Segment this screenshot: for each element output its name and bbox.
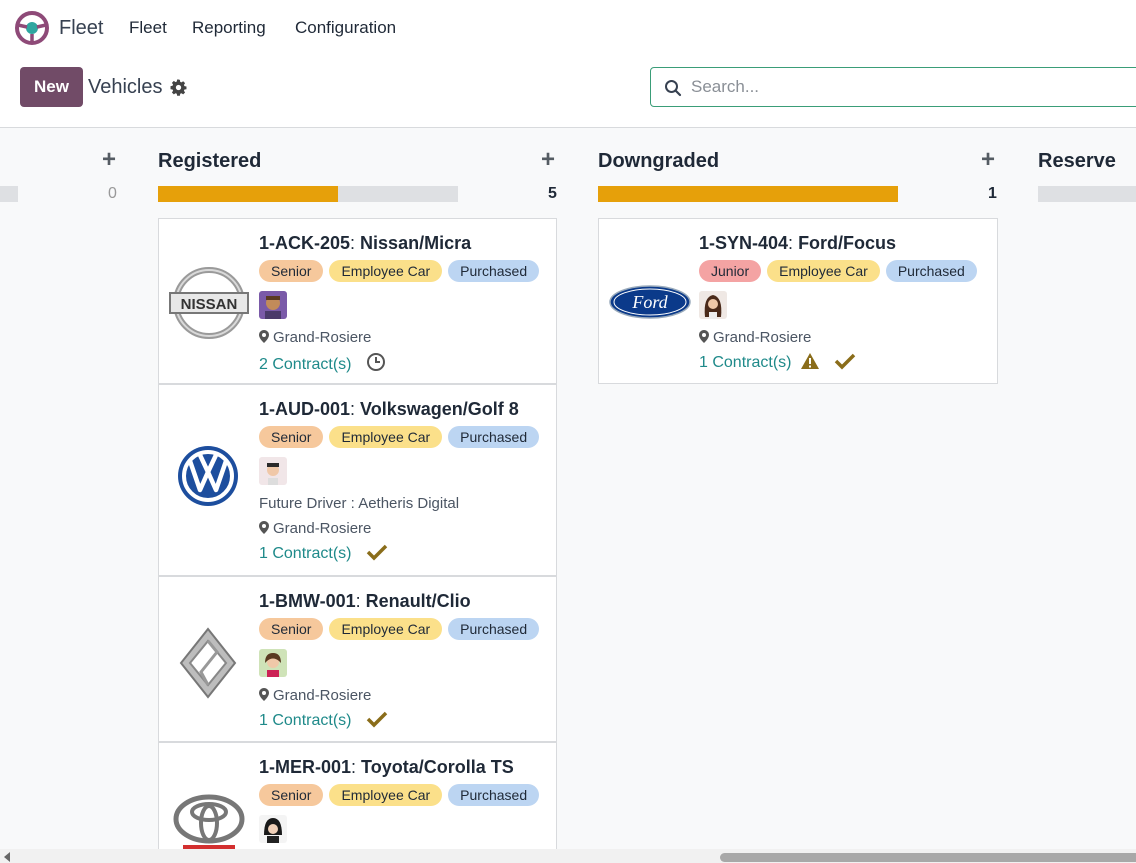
tag-list: Senior Employee Car Purchased [259, 426, 540, 448]
column-0-count: 0 [108, 185, 117, 202]
vehicle-title: 1-BMW-001: Renault/Clio [259, 591, 471, 611]
column-registered-progress[interactable] [158, 186, 458, 202]
contracts-link[interactable]: 1 Contract(s) [699, 352, 856, 372]
contracts-link[interactable]: 2 Contract(s) [259, 352, 386, 374]
location: Grand-Rosiere [259, 520, 371, 537]
breadcrumb-vehicles: Vehicles [88, 76, 163, 98]
tag-purchased: Purchased [885, 260, 977, 282]
tag-senior: Senior [259, 260, 324, 282]
vehicle-title: 1-SYN-404: Ford/Focus [699, 233, 897, 253]
column-downgraded-add-icon[interactable]: + [981, 148, 995, 172]
search-input[interactable] [691, 76, 1131, 98]
column-downgraded-count: 1 [988, 185, 997, 202]
check-icon[interactable] [834, 352, 856, 370]
contracts-link[interactable]: 1 Contract(s) [259, 710, 388, 730]
menu-reporting[interactable]: Reporting [192, 18, 266, 38]
vehicle-title: 1-AUD-001: Volkswagen/Golf 8 [259, 399, 519, 419]
driver-avatar[interactable] [259, 457, 287, 485]
location: Grand-Rosiere [259, 329, 371, 346]
menu-fleet[interactable]: Fleet [129, 18, 167, 38]
tag-purchased: Purchased [448, 784, 540, 806]
menu-configuration[interactable]: Configuration [295, 18, 396, 38]
future-driver: Future Driver : Aetheris Digital [259, 495, 460, 512]
horizontal-scrollbar[interactable] [0, 849, 1136, 863]
tag-employee-car: Employee Car [767, 260, 880, 282]
driver-avatar[interactable] [259, 815, 287, 843]
ford-logo: Ford [609, 285, 691, 319]
renault-logo [179, 627, 237, 699]
vehicle-card[interactable]: 1-AUD-001: Volkswagen/Golf 8 Senior Empl… [158, 384, 557, 576]
nissan-logo: NISSAN [169, 267, 249, 339]
vehicle-card[interactable]: Ford 1-SYN-404: Ford/Focus Junior Employ… [598, 218, 998, 384]
column-reserve-title[interactable]: Reserve [1038, 150, 1116, 173]
vehicle-card[interactable]: 1-BMW-001: Renault/Clio Senior Employee … [158, 576, 557, 742]
map-pin-icon [699, 330, 709, 343]
search-icon [665, 80, 682, 97]
tag-employee-car: Employee Car [329, 618, 443, 640]
vehicle-title: 1-MER-001: Toyota/Corolla TS [259, 757, 514, 777]
check-icon[interactable] [366, 710, 388, 728]
column-downgraded-progress[interactable] [598, 186, 898, 202]
top-navbar: Fleet Fleet Reporting Configuration [0, 0, 1136, 58]
volkswagen-logo [178, 446, 238, 506]
warning-icon[interactable] [800, 352, 820, 370]
tag-junior: Junior [699, 260, 762, 282]
vehicle-card[interactable]: NISSAN 1-ACK-205: Nissan/Micra Senior Em… [158, 218, 557, 384]
scroll-left-arrow-icon[interactable] [4, 852, 10, 862]
location: Grand-Rosiere [259, 687, 371, 704]
tag-list: Senior Employee Car Purchased [259, 618, 540, 640]
map-pin-icon [259, 330, 269, 343]
tag-purchased: Purchased [448, 618, 540, 640]
map-pin-icon [259, 688, 269, 701]
new-button[interactable]: New [20, 67, 83, 107]
check-icon[interactable] [366, 543, 388, 561]
tag-list: Senior Employee Car Purchased [259, 260, 540, 282]
column-registered-title[interactable]: Registered [158, 150, 261, 173]
column-0-add-icon[interactable]: + [102, 148, 116, 172]
column-0-progress[interactable] [0, 186, 18, 202]
tag-senior: Senior [259, 784, 324, 806]
column-registered-add-icon[interactable]: + [541, 148, 555, 172]
vehicle-title: 1-ACK-205: Nissan/Micra [259, 233, 472, 253]
fleet-app-icon[interactable] [15, 11, 49, 45]
scrollbar-thumb[interactable] [720, 853, 1136, 862]
gear-icon[interactable] [170, 79, 187, 96]
tag-purchased: Purchased [448, 426, 540, 448]
driver-avatar[interactable] [699, 291, 727, 319]
svg-text:NISSAN: NISSAN [181, 296, 238, 313]
driver-avatar[interactable] [259, 649, 287, 677]
tag-employee-car: Employee Car [329, 784, 443, 806]
column-registered-count: 5 [548, 185, 557, 202]
tag-list: Junior Employee Car Purchased [699, 260, 977, 282]
driver-avatar[interactable] [259, 291, 287, 319]
toyota-logo [173, 794, 245, 849]
contracts-link[interactable]: 1 Contract(s) [259, 543, 388, 563]
column-reserve-progress[interactable] [1038, 186, 1136, 202]
tag-senior: Senior [259, 618, 324, 640]
search-field[interactable] [650, 67, 1136, 107]
tag-senior: Senior [259, 426, 324, 448]
tag-employee-car: Employee Car [329, 426, 443, 448]
map-pin-icon [259, 521, 269, 534]
app-name[interactable]: Fleet [59, 17, 103, 40]
column-downgraded-title[interactable]: Downgraded [598, 150, 719, 173]
tag-purchased: Purchased [448, 260, 540, 282]
clock-icon[interactable] [366, 352, 386, 372]
tag-employee-car: Employee Car [329, 260, 443, 282]
svg-text:Ford: Ford [631, 292, 668, 312]
vehicle-card[interactable]: 1-MER-001: Toyota/Corolla TS Senior Empl… [158, 742, 557, 863]
tag-list: Senior Employee Car Purchased [259, 784, 540, 806]
location: Grand-Rosiere [699, 329, 811, 346]
